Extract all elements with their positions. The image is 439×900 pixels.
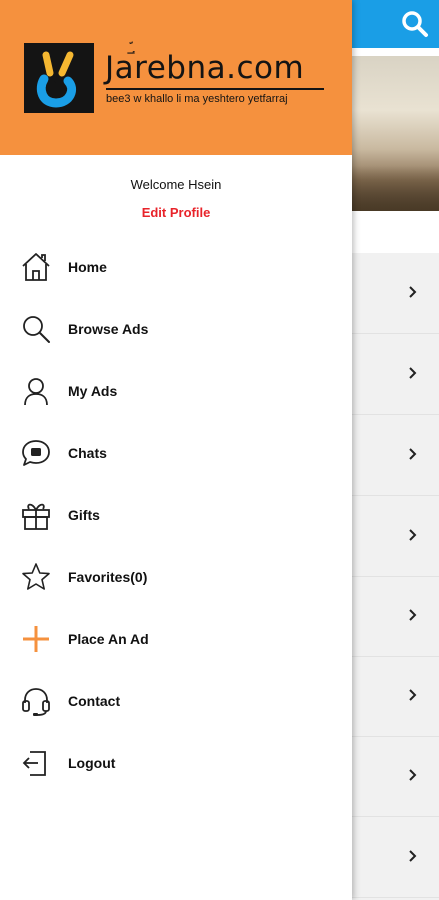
chevron-right-icon — [409, 769, 417, 781]
menu-item-logout[interactable]: Logout — [0, 732, 352, 794]
edit-profile-link[interactable]: Edit Profile — [0, 205, 352, 220]
chevron-right-icon — [409, 689, 417, 701]
menu-item-label: Logout — [68, 755, 116, 771]
navigation-drawer: Jarebna.com ؀ّ bee3 w khallo li ma yesht… — [0, 0, 352, 900]
chat-icon — [22, 440, 50, 466]
brand-name-part2: arebna.com — [114, 50, 305, 86]
brand-accent: ؀ّ — [127, 40, 136, 56]
drawer-header: Jarebna.com ؀ّ bee3 w khallo li ma yesht… — [0, 0, 352, 155]
logout-icon — [22, 751, 46, 776]
menu-item-label: My Ads — [68, 383, 118, 399]
search-icon — [23, 316, 50, 343]
chevron-right-icon — [409, 529, 417, 541]
category-list — [352, 253, 439, 900]
logo — [24, 43, 94, 113]
welcome-text: Welcome Hsein — [130, 177, 222, 192]
list-item[interactable] — [352, 656, 439, 737]
headset-icon — [22, 688, 50, 716]
chevron-right-icon — [409, 448, 417, 460]
list-item[interactable] — [352, 496, 439, 577]
brand-name-part1: J — [105, 50, 115, 86]
list-item[interactable] — [352, 817, 439, 898]
logo-emblem-icon — [24, 43, 94, 113]
chevron-right-icon — [409, 286, 417, 298]
brand-name: Jarebna.com ؀ّ — [105, 40, 305, 86]
menu-item-label: Contact — [68, 693, 121, 709]
gift-icon — [22, 503, 50, 530]
brand-tagline: bee3 w khallo li ma yeshtero yetfarraj — [106, 93, 288, 105]
menu-item-gifts[interactable]: Gifts — [0, 484, 352, 546]
chevron-right-icon — [409, 367, 417, 379]
menu-item-label: Favorites(0) — [68, 569, 148, 585]
menu-item-contact[interactable]: Contact — [0, 670, 352, 732]
home-icon — [22, 253, 50, 281]
menu-item-chats[interactable]: Chats — [0, 422, 352, 484]
menu-item-label: Chats — [68, 445, 107, 461]
plus-icon — [23, 626, 49, 652]
menu-item-favorites[interactable]: Favorites(0) — [0, 546, 352, 608]
list-item[interactable] — [352, 253, 439, 334]
list-item[interactable] — [352, 415, 439, 496]
menu-item-home[interactable]: Home — [0, 236, 352, 298]
menu-item-place-an-ad[interactable]: Place An Ad — [0, 608, 352, 670]
list-item[interactable] — [352, 736, 439, 817]
list-item[interactable] — [352, 334, 439, 415]
menu-item-label: Gifts — [68, 507, 100, 523]
star-icon — [22, 563, 50, 590]
menu-item-label: Place An Ad — [68, 631, 149, 647]
list-item[interactable] — [352, 576, 439, 657]
chevron-right-icon — [409, 609, 417, 621]
menu-item-label: Home — [68, 259, 107, 275]
banner-image[interactable] — [352, 56, 439, 211]
search-icon[interactable] — [399, 8, 431, 40]
user-icon — [24, 378, 48, 406]
menu-item-my-ads[interactable]: My Ads — [0, 360, 352, 422]
menu-item-browse-ads[interactable]: Browse Ads — [0, 298, 352, 360]
chevron-right-icon — [409, 850, 417, 862]
brand-underline — [106, 88, 324, 90]
menu-item-label: Browse Ads — [68, 321, 149, 337]
